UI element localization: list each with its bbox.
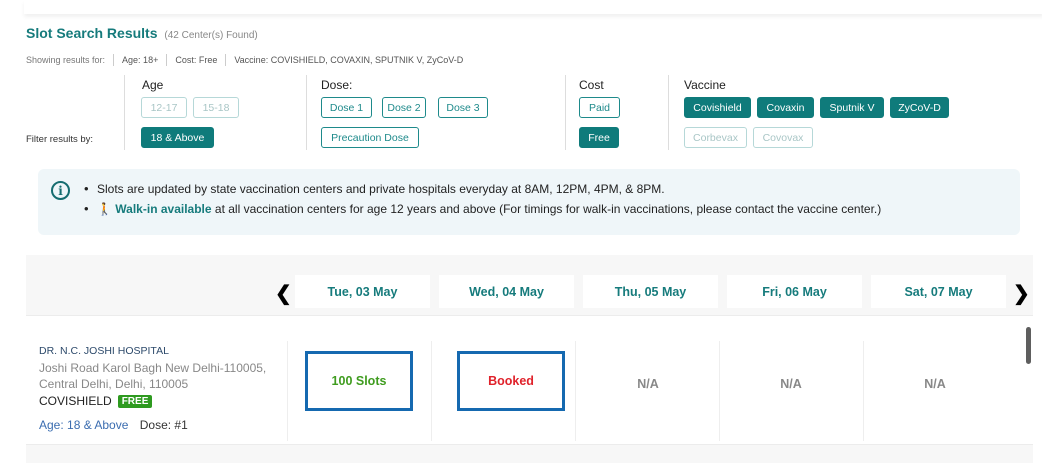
walk-in-label: Walk-in available <box>115 202 212 216</box>
date-tab-tue-03[interactable]: Tue, 03 May <box>295 275 430 308</box>
center-name: DR. N.C. JOSHI HOSPITAL <box>39 345 169 357</box>
fee-badge: FREE <box>117 394 153 408</box>
slot-cell-na: N/A <box>637 377 659 391</box>
age-chip-18-above[interactable]: 18 & Above <box>141 127 214 148</box>
walk-in-icon: 🚶 <box>97 202 112 216</box>
center-meta: Age: 18 & Above Dose: #1 <box>39 418 188 432</box>
vaccine-name: COVISHIELD <box>39 394 112 408</box>
divider <box>668 75 669 150</box>
date-tab-wed-04[interactable]: Wed, 04 May <box>439 275 574 308</box>
vaccine-chip-covishield[interactable]: Covishield <box>684 97 751 118</box>
age-chip-12-17[interactable]: 12-17 <box>141 97 187 118</box>
cost-chip-paid[interactable]: Paid <box>579 97 620 118</box>
age-chip-15-18[interactable]: 15-18 <box>193 97 239 118</box>
divider <box>287 341 288 441</box>
slot-cell-na: N/A <box>780 377 802 391</box>
info-list: Slots are updated by state vaccination c… <box>84 181 882 222</box>
walk-in-text: at all vaccination centers for age 12 ye… <box>211 202 882 216</box>
dose-chip-1[interactable]: Dose 1 <box>321 97 372 118</box>
vaccine-filter-title: Vaccine <box>684 78 726 92</box>
center-age: Age: 18 & Above <box>39 418 129 432</box>
slot-cell-available[interactable]: 100 Slots <box>305 351 413 411</box>
cost-filter-title: Cost <box>579 78 604 92</box>
center-vaccine: COVISHIELD FREE <box>39 394 153 408</box>
slot-cell-booked[interactable]: Booked <box>457 351 565 411</box>
date-tab-thu-05[interactable]: Thu, 05 May <box>583 275 718 308</box>
vaccine-chip-covaxin[interactable]: Covaxin <box>757 97 814 118</box>
center-address: Joshi Road Karol Bagh New Delhi-110005, … <box>39 361 267 391</box>
scrollbar-thumb[interactable] <box>1026 327 1031 364</box>
dose-chip-2[interactable]: Dose 2 <box>382 97 426 118</box>
divider <box>113 54 115 66</box>
divider <box>719 341 720 441</box>
divider <box>166 54 168 66</box>
date-tab-sat-07[interactable]: Sat, 07 May <box>871 275 1006 308</box>
vaccine-chip-corbevax[interactable]: Corbevax <box>684 127 747 148</box>
slot-cell-na: N/A <box>924 377 946 391</box>
divider <box>124 75 125 150</box>
filter-label: Filter results by: <box>26 134 94 145</box>
page-title: Slot Search Results (42 Center(s) Found) <box>26 25 258 41</box>
age-filter-title: Age <box>142 78 164 92</box>
info-icon: i <box>51 181 70 200</box>
next-week-arrow-icon[interactable]: ❯ <box>1013 281 1030 306</box>
result-count: (42 Center(s) Found) <box>164 30 258 41</box>
vaccine-chip-sputnik[interactable]: Sputnik V <box>820 97 884 118</box>
prev-week-arrow-icon[interactable]: ❮ <box>275 281 292 306</box>
summary-vaccine: Vaccine: COVISHIELD, COVAXIN, SPUTNIK V,… <box>234 55 464 65</box>
date-tab-fri-06[interactable]: Fri, 06 May <box>727 275 862 308</box>
center-dose: Dose: #1 <box>139 418 188 432</box>
showing-label: Showing results for: <box>26 55 106 65</box>
vaccine-chip-covovax[interactable]: Covovax <box>753 127 813 148</box>
applied-filters-summary: Showing results for: Age: 18+ Cost: Free… <box>26 54 463 66</box>
info-walkin: 🚶 Walk-in available at all vaccination c… <box>84 201 882 216</box>
info-update-times: Slots are updated by state vaccination c… <box>84 181 881 196</box>
divider <box>575 341 576 441</box>
info-box: i Slots are updated by state vaccination… <box>38 169 1020 235</box>
divider <box>225 54 227 66</box>
title-text: Slot Search Results <box>26 25 158 41</box>
divider <box>863 341 864 441</box>
dose-chip-precaution[interactable]: Precaution Dose <box>321 127 419 148</box>
divider <box>565 75 566 150</box>
cost-chip-free[interactable]: Free <box>579 127 619 148</box>
dose-chip-3[interactable]: Dose 3 <box>438 97 488 118</box>
summary-cost: Cost: Free <box>175 55 218 65</box>
vaccine-chip-zycov-d[interactable]: ZyCoV-D <box>890 97 949 118</box>
top-bar <box>24 0 1042 14</box>
divider <box>306 75 307 150</box>
summary-age: Age: 18+ <box>122 55 159 65</box>
dose-filter-title: Dose: <box>321 78 353 92</box>
divider <box>431 341 432 441</box>
